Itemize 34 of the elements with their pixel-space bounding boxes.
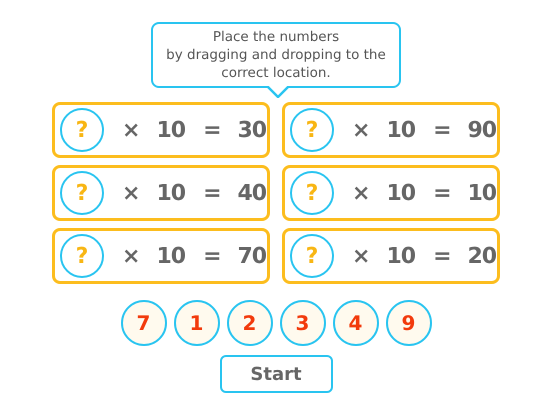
- factor-number: 10: [156, 180, 186, 206]
- result-number: 20: [468, 244, 496, 268]
- equals-sign: =: [203, 244, 222, 268]
- times-sign: ×: [352, 180, 370, 206]
- equals-sign: =: [433, 180, 452, 206]
- number-tile[interactable]: 1: [174, 300, 220, 346]
- instruction-text: correct location.: [221, 64, 331, 82]
- times-sign: ×: [352, 244, 370, 268]
- factor-number: 10: [386, 244, 416, 268]
- number-tile[interactable]: 4: [332, 300, 378, 346]
- times-sign: ×: [122, 118, 140, 142]
- number-tile[interactable]: 3: [280, 300, 326, 346]
- times-sign: ×: [122, 244, 140, 268]
- factor-number: 10: [386, 118, 416, 142]
- factor-number: 10: [386, 180, 416, 206]
- result-number: 90: [468, 118, 496, 142]
- equals-sign: =: [203, 180, 222, 206]
- number-tile[interactable]: 2: [226, 300, 272, 346]
- result-number: 70: [238, 244, 266, 268]
- result-number: 10: [468, 180, 496, 206]
- times-sign: ×: [122, 180, 140, 206]
- equals-sign: =: [433, 244, 452, 268]
- number-tile[interactable]: 9: [386, 300, 432, 346]
- result-number: 30: [238, 118, 266, 142]
- instruction-text: by dragging and dropping to the: [166, 46, 386, 64]
- instruction-text: Place the numbers: [212, 28, 340, 46]
- result-number: 40: [238, 180, 266, 206]
- factor-number: 10: [156, 244, 186, 268]
- equals-sign: =: [433, 118, 452, 142]
- times-sign: ×: [352, 118, 370, 142]
- number-tile[interactable]: 7: [120, 300, 166, 346]
- factor-number: 10: [156, 118, 186, 142]
- equals-sign: =: [203, 118, 222, 142]
- start-button[interactable]: Start: [220, 355, 332, 393]
